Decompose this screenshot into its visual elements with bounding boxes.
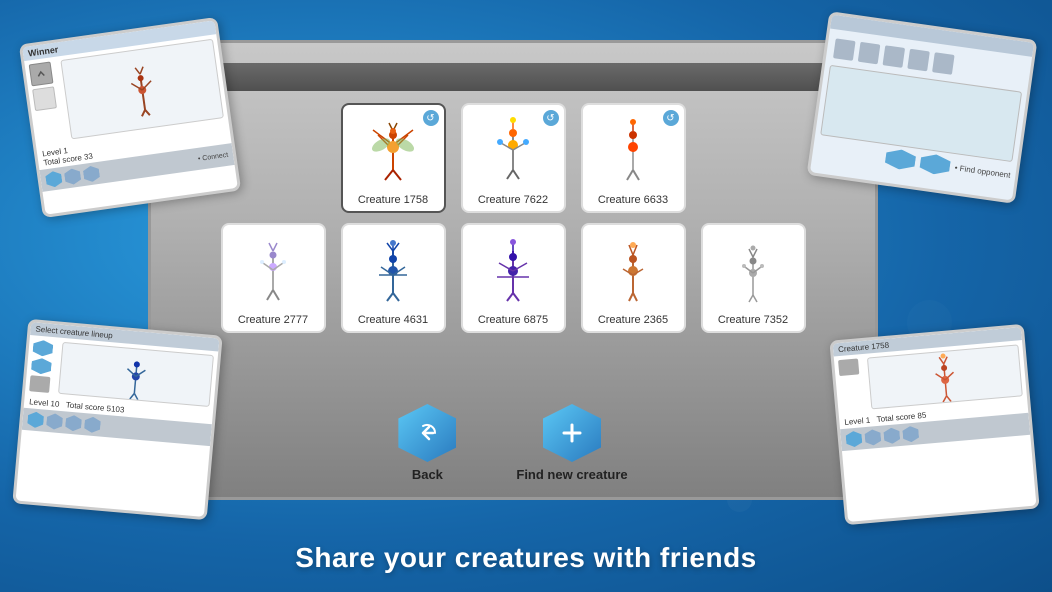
creature-1758-label: Creature 1758 (358, 194, 428, 206)
creature-2777-image (223, 225, 324, 314)
br-mini-hex-3[interactable] (883, 427, 900, 444)
bl-mini-hex-1[interactable] (27, 411, 44, 428)
card-connect-label: • Connect (197, 151, 228, 162)
creature-card-6633[interactable]: ↺ Creature 6633 (581, 103, 686, 213)
creature-6875-label: Creature 6875 (478, 314, 548, 326)
back-hex (398, 404, 456, 462)
find-new-creature-label: Find new creature (516, 467, 627, 482)
back-label: Back (412, 467, 443, 482)
creature-2365-label: Creature 2365 (598, 314, 668, 326)
creature-card-6875[interactable]: Creature 6875 (461, 223, 566, 333)
bl-nav-col (29, 339, 58, 393)
mini-hex-1[interactable] (45, 170, 63, 188)
tr-icon-2[interactable] (858, 42, 881, 65)
center-panel: ↺ (148, 40, 878, 500)
creatures-row-2: Creature 2777 (171, 223, 855, 333)
creature-card-2365[interactable]: Creature 2365 (581, 223, 686, 333)
find-new-creature-button[interactable]: Find new creature (516, 404, 627, 482)
find-hex (543, 404, 601, 462)
creature-2777-label: Creature 2777 (238, 314, 308, 326)
tr-bottom-label: • Find opponent (954, 163, 1011, 180)
br-btn-sm-1[interactable] (838, 358, 859, 376)
br-mini-hex-1[interactable] (845, 430, 862, 447)
tr-hex-btn-1[interactable] (884, 148, 916, 172)
creature-6633-label: Creature 6633 (598, 194, 668, 206)
card-nav-up[interactable] (29, 62, 54, 87)
bl-hex-1[interactable] (32, 339, 53, 357)
creature-4631-label: Creature 4631 (358, 314, 428, 326)
tr-icon-1[interactable] (833, 38, 856, 61)
mini-hex-2[interactable] (64, 168, 82, 186)
bl-btn-sm[interactable] (29, 375, 50, 393)
creature-card-4631[interactable]: Creature 4631 (341, 223, 446, 333)
panel-header (171, 63, 855, 91)
creature-2365-image (583, 225, 684, 314)
br-mini-hex-4[interactable] (902, 425, 919, 442)
selected-indicator: ↺ (423, 110, 439, 126)
br-creature-area (867, 344, 1023, 409)
creature-card-2777[interactable]: Creature 2777 (221, 223, 326, 333)
bl-hex-2[interactable] (31, 357, 52, 375)
tr-icon-3[interactable] (883, 45, 906, 68)
bl-creature-area (58, 342, 214, 407)
card-top-right: • Find opponent (807, 11, 1038, 204)
mini-hex-3[interactable] (82, 165, 100, 183)
tr-hex-btn-2[interactable] (919, 152, 951, 176)
br-nav-col (838, 358, 867, 412)
card-top-left: Winner Level 1 Total score 33 (19, 17, 241, 218)
bl-mini-hex-2[interactable] (46, 413, 63, 430)
creature-card-1758[interactable]: ↺ (341, 103, 446, 213)
bl-mini-hex-3[interactable] (65, 415, 82, 432)
card-nav-placeholder (32, 86, 57, 111)
creature-card-7622[interactable]: ↺ (461, 103, 566, 213)
sync-icon-7622: ↺ (543, 110, 559, 126)
creature-7622-label: Creature 7622 (478, 194, 548, 206)
card-bottom-left: Select creature lineup Level 10 Total sc… (12, 319, 222, 520)
card-creature-display (60, 39, 224, 140)
creature-card-7352[interactable]: Creature 7352 (701, 223, 806, 333)
br-mini-hex-2[interactable] (864, 429, 881, 446)
tr-icon-5[interactable] (932, 52, 955, 75)
tr-icon-4[interactable] (907, 49, 930, 72)
sync-icon-6633: ↺ (663, 110, 679, 126)
creatures-row-1: ↺ (171, 103, 855, 213)
action-buttons: Back Find new creature (398, 404, 627, 482)
creature-7352-label: Creature 7352 (718, 314, 788, 326)
back-button[interactable]: Back (398, 404, 456, 482)
share-tagline: Share your creatures with friends (0, 542, 1052, 574)
bl-mini-hex-4[interactable] (84, 416, 101, 433)
creature-6875-image (463, 225, 564, 314)
creature-4631-image (343, 225, 444, 314)
card-bottom-right: Creature 1758 Level 1 Total score 85 (829, 324, 1039, 525)
creatures-grid: ↺ (171, 103, 855, 389)
creature-7352-image (703, 225, 804, 314)
